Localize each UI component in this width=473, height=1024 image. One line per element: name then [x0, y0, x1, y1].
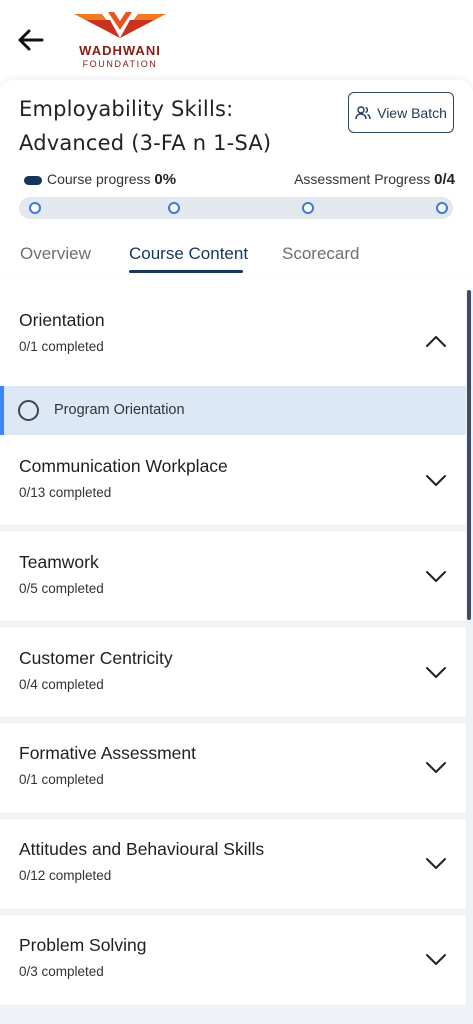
wadhwani-logo-mark [74, 12, 166, 38]
course-progress-value: 0% [154, 171, 177, 188]
section-customer-centricity[interactable]: Customer Centricity 0/4 completed [0, 627, 466, 717]
progress-track [19, 197, 453, 219]
view-batch-button[interactable]: View Batch [348, 92, 454, 133]
tab-overview[interactable]: Overview [20, 244, 91, 264]
chevron-down-icon[interactable] [425, 666, 447, 680]
back-button[interactable] [14, 24, 46, 56]
section-title: Customer Centricity [19, 648, 173, 668]
section-status: 0/4 completed [19, 677, 104, 692]
assessment-progress-value: 0/4 [434, 171, 455, 188]
course-header-card: Employability Skills: Advanced (3-FA n 1… [0, 80, 473, 274]
section-formative-assessment[interactable]: Formative Assessment 0/1 completed [0, 723, 466, 813]
assessment-milestone-dot [302, 202, 314, 214]
active-tab-indicator [129, 270, 243, 273]
progress-row: Course progress 0% Assessment Progress 0… [22, 171, 455, 191]
section-title: Attitudes and Behavioural Skills [19, 839, 265, 859]
course-title: Employability Skills: Advanced (3-FA n 1… [19, 97, 272, 155]
assessment-milestone-dot [29, 202, 41, 214]
arrow-left-icon [18, 29, 44, 51]
chevron-down-icon[interactable] [425, 857, 447, 871]
chevron-up-icon[interactable] [425, 334, 447, 348]
section-status: 0/3 completed [19, 964, 104, 979]
section-title: Teamwork [19, 552, 99, 572]
section-title: Orientation [19, 310, 105, 330]
section-status: 0/5 completed [19, 581, 104, 596]
users-icon [355, 105, 371, 119]
assessment-milestone-dot [168, 202, 180, 214]
section-teamwork[interactable]: Teamwork 0/5 completed [0, 531, 466, 621]
list-scrollbar[interactable] [467, 290, 471, 620]
section-title: Formative Assessment [19, 743, 196, 763]
section-communication-workplace[interactable]: Communication Workplace 0/13 completed [0, 435, 466, 525]
assessment-progress-label: Assessment Progress [294, 171, 431, 187]
section-title: Communication Workplace [19, 456, 228, 476]
lesson-label: Program Orientation [54, 402, 185, 418]
chevron-down-icon[interactable] [425, 570, 447, 584]
chevron-down-icon[interactable] [425, 761, 447, 775]
course-progress-legend-icon [24, 176, 42, 185]
section-status: 0/1 completed [19, 772, 104, 787]
section-status: 0/13 completed [19, 485, 112, 500]
course-progress-label: Course progress [47, 171, 151, 187]
view-batch-label: View Batch [377, 104, 447, 121]
tab-course-content[interactable]: Course Content [129, 244, 248, 264]
logo-name: WADHWANI [79, 43, 161, 58]
chevron-down-icon[interactable] [425, 474, 447, 488]
lesson-status-radio[interactable] [18, 400, 39, 421]
section-title: Problem Solving [19, 935, 147, 955]
section-orientation[interactable]: Orientation 0/1 completed Program Orient… [0, 290, 466, 435]
tab-bar: Overview Course Content Scorecard [0, 240, 473, 274]
section-status: 0/12 completed [19, 868, 112, 883]
chevron-down-icon[interactable] [425, 953, 447, 967]
section-problem-solving[interactable]: Problem Solving 0/3 completed [0, 915, 466, 1005]
logo-subtitle: FOUNDATION [82, 59, 158, 69]
section-attitudes-behavioural-skills[interactable]: Attitudes and Behavioural Skills 0/12 co… [0, 819, 466, 909]
wadhwani-logo: WADHWANI FOUNDATION [68, 10, 172, 72]
assessment-milestone-dot [436, 202, 448, 214]
lesson-program-orientation[interactable]: Program Orientation [0, 386, 466, 435]
course-section-list: Orientation 0/1 completed Program Orient… [0, 290, 473, 1024]
tab-scorecard[interactable]: Scorecard [282, 244, 359, 264]
top-bar: WADHWANI FOUNDATION [0, 0, 473, 80]
section-status: 0/1 completed [19, 339, 104, 354]
